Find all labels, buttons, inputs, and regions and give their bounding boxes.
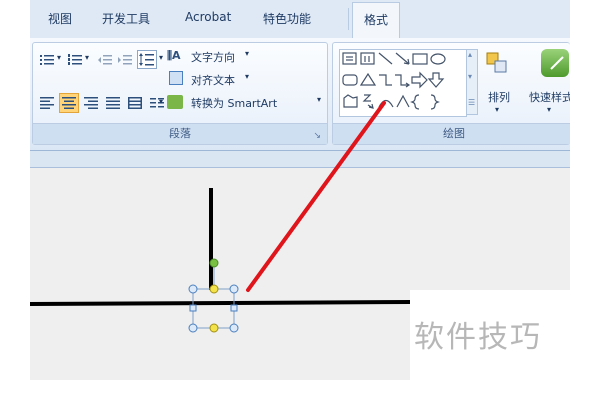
watermark-text: 软件技巧 [414,320,542,355]
resize-handle[interactable] [189,304,197,312]
selection-box [192,288,235,329]
resize-handle[interactable] [230,304,238,312]
resize-handle[interactable] [188,323,198,333]
horizontal-line-shape[interactable] [30,300,411,306]
rotation-handle[interactable] [209,258,219,268]
resize-handle[interactable] [229,284,239,294]
adjust-handle[interactable] [209,323,219,333]
red-pointer-arrow [246,101,386,292]
resize-handle[interactable] [229,323,239,333]
adjust-handle[interactable] [209,284,219,294]
app-window: 视图 开发工具 Acrobat 特色功能 格式 ▾ ▾ ▾ ⫼A 文字方向 ▾ … [30,0,570,380]
resize-handle[interactable] [188,284,198,294]
selected-shape[interactable] [188,258,239,333]
watermark-box: 软件技巧 [410,290,570,380]
